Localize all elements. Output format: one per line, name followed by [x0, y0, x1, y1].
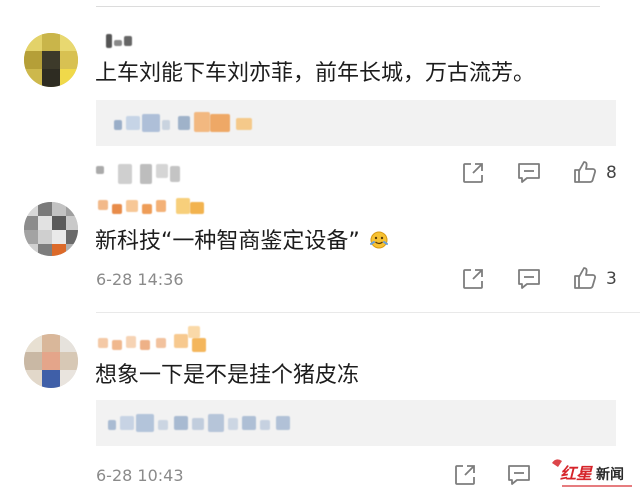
- top-divider: [96, 6, 600, 7]
- emoji-icon: [369, 231, 388, 249]
- share-icon[interactable]: [460, 266, 486, 292]
- comment-icon[interactable]: [506, 462, 532, 488]
- share-icon[interactable]: [452, 462, 478, 488]
- like-count: 3: [606, 269, 617, 289]
- avatar[interactable]: [24, 33, 78, 87]
- thumbs-up-icon[interactable]: [572, 265, 598, 291]
- thumbs-up-icon[interactable]: [572, 159, 598, 185]
- svg-text:红星: 红星: [560, 464, 593, 483]
- username[interactable]: [98, 338, 108, 348]
- comment-divider: [96, 312, 640, 313]
- comment-text: 上车刘能下车刘亦菲，前年长城，万古流芳。: [95, 61, 536, 86]
- reply-preview[interactable]: [96, 400, 616, 446]
- username[interactable]: [106, 34, 112, 48]
- share-icon[interactable]: [460, 160, 486, 186]
- comment-icon[interactable]: [516, 160, 542, 186]
- like-count: 8: [606, 163, 617, 183]
- timestamp: 6-28 10:43: [96, 466, 184, 485]
- reply-preview[interactable]: [96, 100, 616, 146]
- comment-text: 新科技“一种智商鉴定设备”: [95, 228, 389, 256]
- comment-text: 想象一下是不是挂个猪皮冻: [95, 363, 360, 388]
- avatar[interactable]: [24, 334, 78, 388]
- timestamp: [96, 166, 104, 174]
- username[interactable]: [98, 200, 108, 210]
- comment-icon[interactable]: [516, 266, 542, 292]
- avatar[interactable]: [24, 202, 78, 256]
- timestamp: 6-28 14:36: [96, 270, 184, 289]
- watermark-logo: 红星 新闻: [548, 455, 634, 499]
- svg-text:新闻: 新闻: [596, 466, 624, 483]
